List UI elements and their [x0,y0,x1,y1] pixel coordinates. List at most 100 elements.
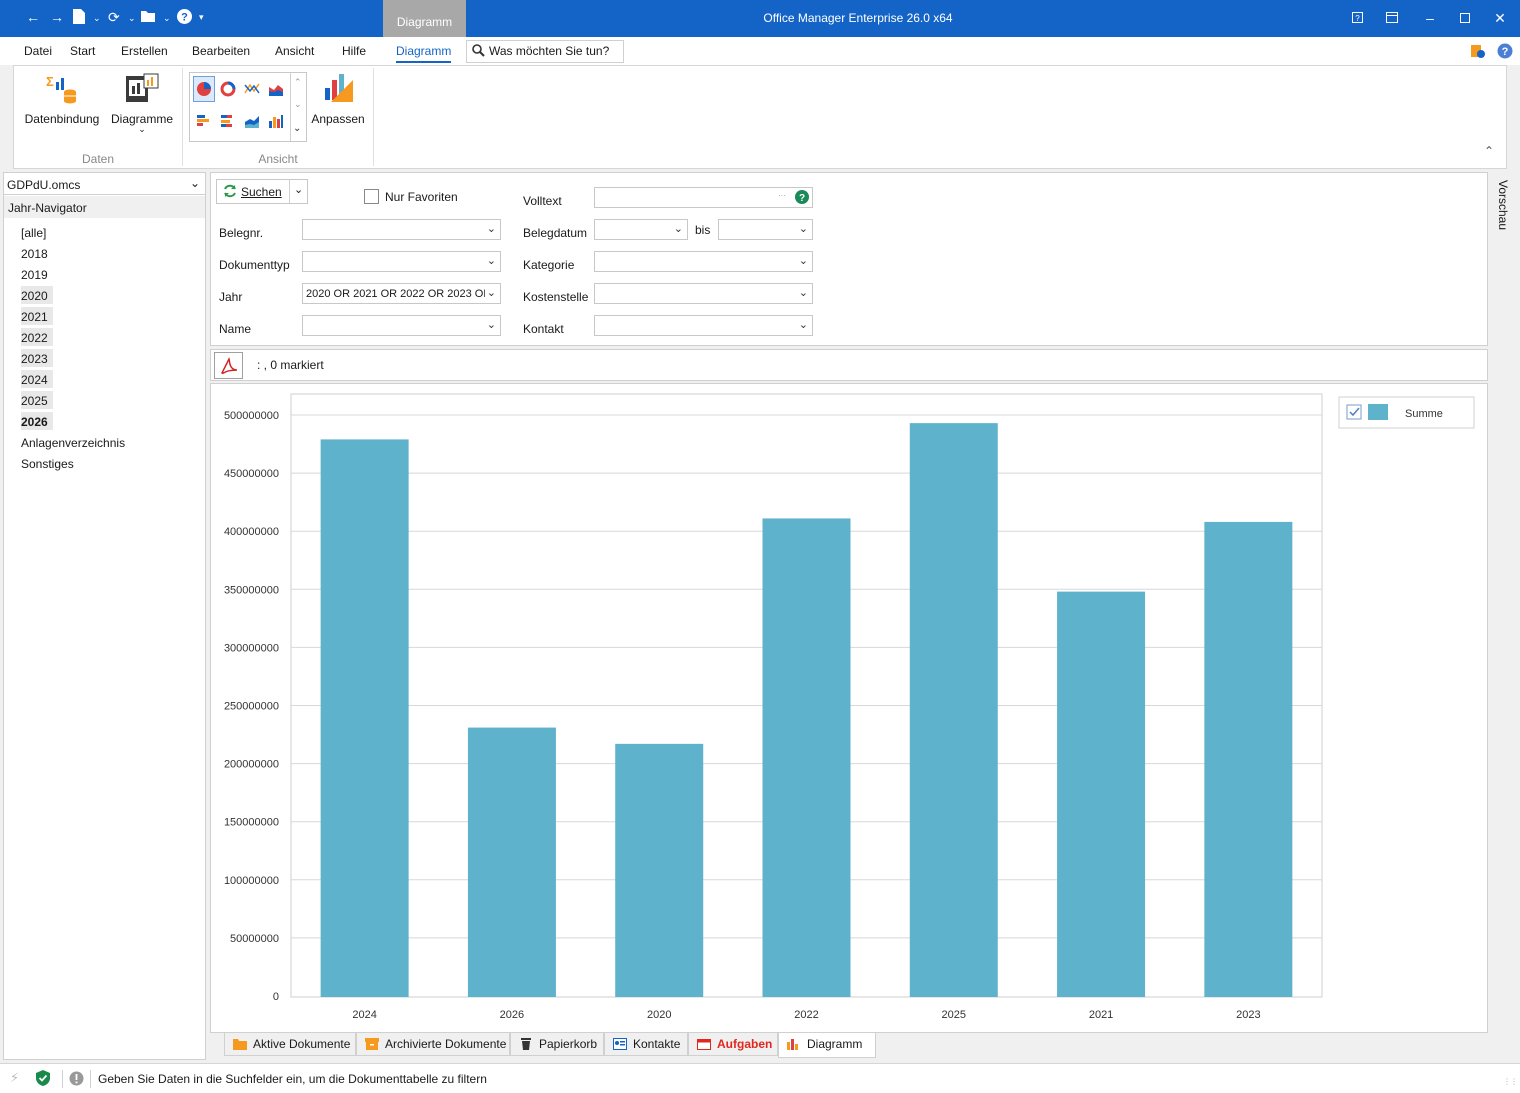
y-tick-label: 150000000 [224,817,279,829]
nav-item[interactable]: 2025 [21,391,53,409]
resize-grip-icon[interactable]: ⋮⋮ [1503,1077,1518,1086]
svg-text:Σ: Σ [46,74,54,89]
aufgaben-icon [697,1038,711,1050]
ribbon: Σ Datenbindung Diagramme ⌄ Daten ⌃ ⌄ ⌄ A… [13,65,1507,169]
options-icon[interactable] [1470,43,1486,62]
chevron-down-icon: ⌄ [798,319,808,331]
tab-aufgaben[interactable]: Aufgaben [688,1033,778,1056]
nav-item[interactable]: 2018 [21,244,53,262]
x-tick-label: 2024 [352,1009,376,1021]
datenbindung-button[interactable]: Datenbindung [22,112,102,126]
bar [1204,521,1293,997]
belegdatum-to[interactable]: ⌄ [718,219,813,240]
gallery-down-icon[interactable]: ⌄ [294,99,302,110]
restore-layout-icon[interactable] [1382,8,1402,28]
chevron-down-icon[interactable]: ⌄ [134,124,150,135]
menu-start[interactable]: Start [70,44,95,58]
belegdatum-from[interactable]: ⌄ [594,219,688,240]
chart-panel: 0 50000000 100000000 150000000 200000000 2500… [210,383,1488,1033]
pdf-export-button[interactable] [214,352,243,379]
filter-panel: Suchen ⌄ Nur Favoriten Belegnr. ⌄ Dokume… [210,172,1488,346]
nav-item[interactable]: [alle] [21,223,46,241]
collapse-ribbon-icon[interactable]: ⌃ [1484,144,1494,158]
legend-checkbox[interactable] [1346,404,1362,420]
nav-item[interactable]: Sonstiges [21,454,74,472]
y-tick-label: 250000000 [224,701,279,713]
chevron-down-icon: ⌄ [798,223,808,235]
search-icon [472,44,485,60]
stacked-bar-icon[interactable] [220,113,238,127]
area-chart-icon[interactable] [268,81,286,96]
chevron-down-icon[interactable]: ⌄ [294,183,303,196]
volltext-input[interactable]: ··· ? [594,187,813,208]
menu-bar: Datei Start Erstellen Bearbeiten Ansicht… [0,37,1520,65]
gallery-expand-icon[interactable]: ⌄ [293,123,301,134]
svg-text:?: ? [799,193,805,204]
status-divider [62,1070,63,1088]
doughnut-chart-icon[interactable] [220,81,238,97]
minimize-icon[interactable]: – [1420,8,1440,28]
nav-item[interactable]: 2021 [21,307,53,325]
y-tick-label: 300000000 [224,642,279,654]
charts-icon [124,72,160,108]
refresh-icon [223,184,237,201]
nav-item[interactable]: 2019 [21,265,53,283]
search-button[interactable]: Suchen ⌄ [216,179,308,204]
kostenstelle-combo[interactable]: ⌄ [594,283,813,304]
scatter-chart-icon[interactable] [244,81,262,95]
kontakt-label: Kontakt [523,322,564,336]
pie-chart-icon[interactable] [196,81,214,96]
jahr-combo[interactable]: 2020 OR 2021 OR 2022 OR 2023 OR ⌄ [302,283,501,304]
chevron-down-icon: ⌄ [486,319,496,331]
nav-item[interactable]: 2020 [21,286,53,304]
nav-item[interactable]: 2023 [21,349,53,367]
column-chart-icon[interactable] [268,113,286,128]
belegnr-combo[interactable]: ⌄ [302,219,501,240]
stacked-area-icon[interactable] [244,113,262,128]
y-tick-label: 100000000 [224,875,279,887]
lightning-icon: ⚡ [10,1070,20,1085]
chart-toolstrip: : , 0 markiert [210,349,1488,381]
tab-aktive-dokumente[interactable]: Aktive Dokumente [224,1033,356,1056]
tab-kontakte[interactable]: Kontakte [604,1033,688,1056]
kategorie-combo[interactable]: ⌄ [594,251,813,272]
nav-item[interactable]: 2026 [21,412,53,430]
bar-horizontal-icon[interactable] [196,113,214,127]
chevron-down-icon: ⌄ [484,286,496,299]
bar [615,743,704,997]
dokumenttyp-combo[interactable]: ⌄ [302,251,501,272]
pdf-icon [220,357,238,378]
tab-label: Diagramm [807,1037,863,1051]
chevron-down-icon: ⌄ [486,255,496,267]
tab-diagramm[interactable]: Diagramm [778,1033,876,1058]
y-tick-label: 450000000 [224,468,279,480]
favorites-checkbox[interactable] [364,189,379,204]
info-circle-icon [69,1071,84,1089]
info-icon[interactable]: ? [1497,43,1513,62]
nav-item[interactable]: Anlagenverzeichnis [21,433,125,451]
menu-hilfe[interactable]: Hilfe [342,44,366,58]
tell-me-search[interactable]: Was möchten Sie tun? [466,40,624,63]
kostenstelle-label: Kostenstelle [523,290,589,304]
vorschau-tab[interactable]: Vorschau [1496,180,1510,240]
gallery-up-icon[interactable]: ⌃ [294,77,302,88]
kontakt-combo[interactable]: ⌄ [594,315,813,336]
menu-ansicht[interactable]: Ansicht [275,44,314,58]
help-circle-icon[interactable]: ? [795,190,809,207]
tab-papierkorb[interactable]: Papierkorb [510,1033,604,1056]
help-window-icon[interactable]: ? [1347,8,1367,28]
name-combo[interactable]: ⌄ [302,315,501,336]
menu-datei[interactable]: Datei [24,44,52,58]
menu-bearbeiten[interactable]: Bearbeiten [192,44,250,58]
menu-diagramm[interactable]: Diagramm [396,44,452,63]
title-bar: ← → ⌄ ⟳ ⌄ ⌄ ? ▾ Diagramm Office Manager … [0,0,1520,37]
maximize-icon[interactable] [1455,8,1475,28]
x-tick-label: 2020 [647,1009,671,1021]
database-select[interactable]: GDPdU.omcs ⌄ [4,173,205,195]
nav-item[interactable]: 2022 [21,328,53,346]
close-icon[interactable]: ✕ [1490,8,1510,28]
tab-archivierte-dokumente[interactable]: Archivierte Dokumente [356,1033,510,1056]
nav-item[interactable]: 2024 [21,370,53,388]
menu-erstellen[interactable]: Erstellen [121,44,168,58]
anpassen-button[interactable]: Anpassen [308,112,368,126]
